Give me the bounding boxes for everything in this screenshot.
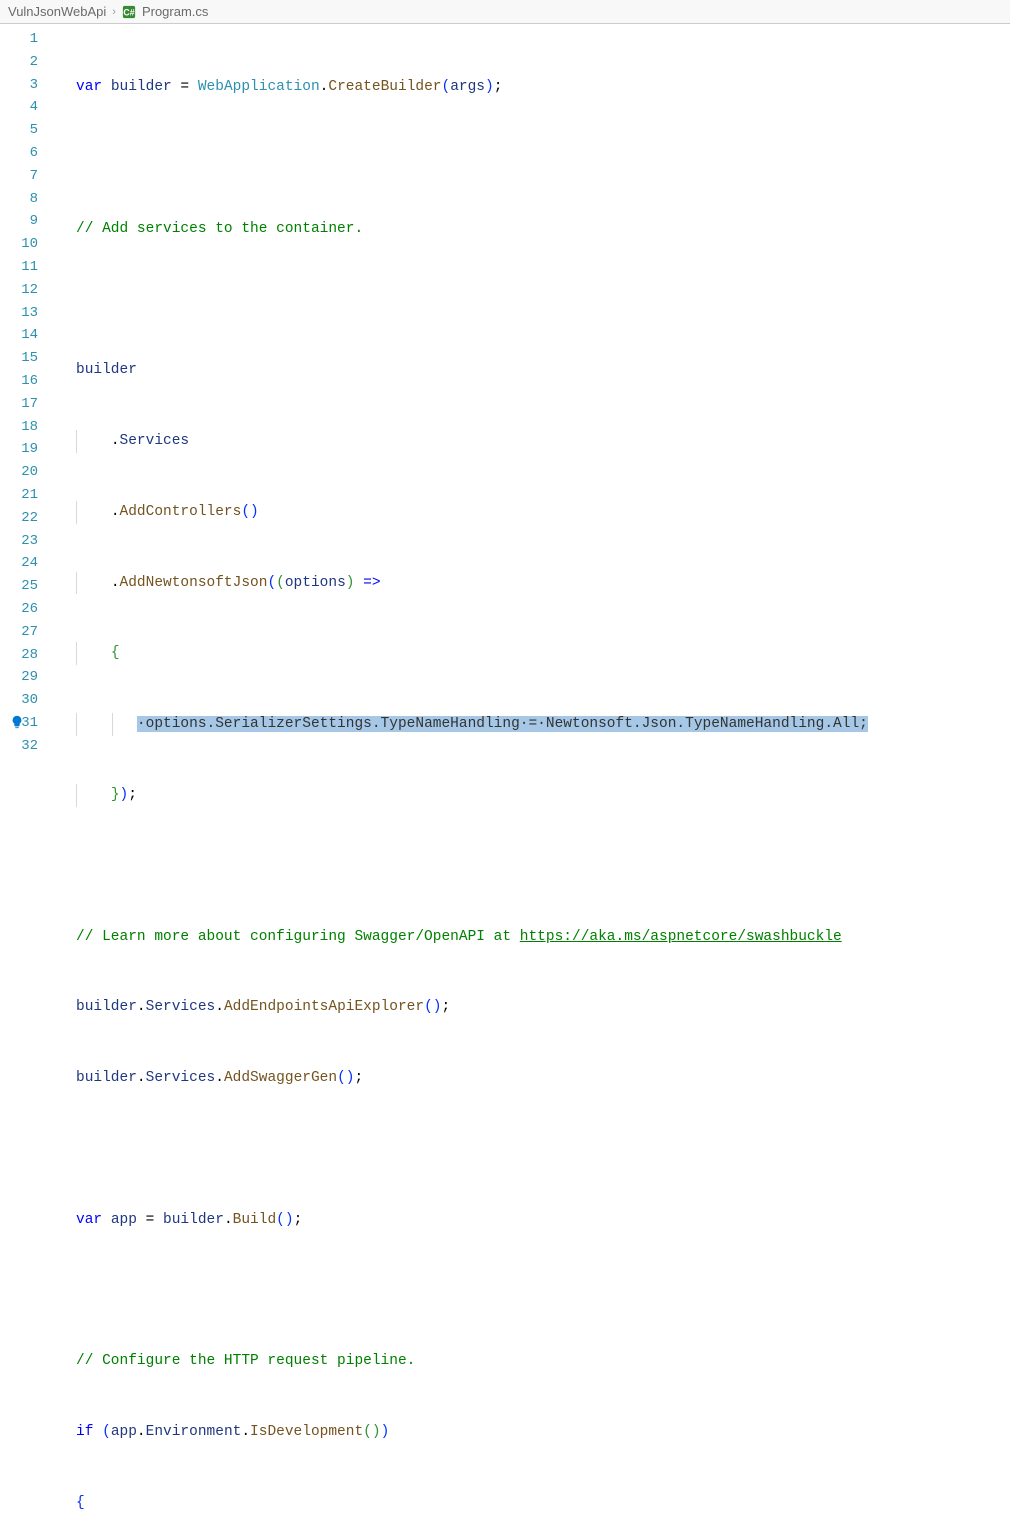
- code-line[interactable]: // Configure the HTTP request pipeline.: [56, 1350, 1010, 1373]
- line-number: 28: [0, 644, 38, 667]
- code-area[interactable]: var builder = WebApplication.CreateBuild…: [56, 24, 1010, 757]
- line-number: 14: [0, 324, 38, 347]
- code-line[interactable]: {: [56, 1492, 1010, 1514]
- code-line[interactable]: [56, 1280, 1010, 1303]
- code-line[interactable]: var app = builder.Build();: [56, 1209, 1010, 1232]
- code-editor[interactable]: 1234567891011121314151617181920212223242…: [0, 24, 1010, 757]
- line-number: 2: [0, 51, 38, 74]
- line-number: 3: [0, 74, 38, 97]
- code-line[interactable]: if (app.Environment.IsDevelopment()): [56, 1421, 1010, 1444]
- line-number: 21: [0, 484, 38, 507]
- line-number: 32: [0, 735, 38, 758]
- breadcrumb-project[interactable]: VulnJsonWebApi: [8, 4, 106, 19]
- code-line[interactable]: // Learn more about configuring Swagger/…: [56, 926, 1010, 949]
- line-number: 23: [0, 530, 38, 553]
- line-number: 19: [0, 438, 38, 461]
- code-line[interactable]: [56, 147, 1010, 170]
- lightbulb-icon[interactable]: [10, 715, 26, 731]
- line-number: 9: [0, 210, 38, 233]
- line-number: 26: [0, 598, 38, 621]
- code-line[interactable]: var builder = WebApplication.CreateBuild…: [56, 76, 1010, 99]
- line-number: 22: [0, 507, 38, 530]
- code-line[interactable]: .AddNewtonsoftJson((options) =>: [56, 572, 1010, 595]
- selected-text[interactable]: ·options.SerializerSettings.TypeNameHand…: [137, 716, 868, 732]
- code-line[interactable]: [56, 288, 1010, 311]
- line-number: 11: [0, 256, 38, 279]
- line-number: 7: [0, 165, 38, 188]
- line-number: 20: [0, 461, 38, 484]
- line-number: 29: [0, 666, 38, 689]
- line-number: 13: [0, 302, 38, 325]
- code-line[interactable]: {: [56, 642, 1010, 665]
- line-number-gutter: 1234567891011121314151617181920212223242…: [0, 24, 56, 757]
- line-number: 12: [0, 279, 38, 302]
- line-number: 4: [0, 96, 38, 119]
- code-line[interactable]: builder.Services.AddEndpointsApiExplorer…: [56, 996, 1010, 1019]
- breadcrumb[interactable]: VulnJsonWebApi › C# Program.cs: [0, 0, 1010, 24]
- csharp-file-icon: C#: [122, 5, 136, 19]
- line-number: 8: [0, 188, 38, 211]
- line-number: 24: [0, 552, 38, 575]
- svg-text:C#: C#: [123, 7, 134, 17]
- line-number: 25: [0, 575, 38, 598]
- line-number: 17: [0, 393, 38, 416]
- line-number: 1: [0, 28, 38, 51]
- chevron-right-icon: ›: [112, 6, 116, 18]
- line-number: 5: [0, 119, 38, 142]
- code-line[interactable]: ·options.SerializerSettings.TypeNameHand…: [56, 713, 1010, 736]
- line-number: 15: [0, 347, 38, 370]
- code-line[interactable]: [56, 855, 1010, 878]
- line-number: 30: [0, 689, 38, 712]
- line-number: 6: [0, 142, 38, 165]
- line-number: 18: [0, 416, 38, 439]
- line-number: 16: [0, 370, 38, 393]
- line-number: 10: [0, 233, 38, 256]
- comment-link[interactable]: https://aka.ms/aspnetcore/swashbuckle: [520, 929, 842, 945]
- breadcrumb-file[interactable]: Program.cs: [142, 4, 208, 19]
- code-line[interactable]: builder: [56, 359, 1010, 382]
- code-line[interactable]: // Add services to the container.: [56, 218, 1010, 241]
- code-line[interactable]: builder.Services.AddSwaggerGen();: [56, 1067, 1010, 1090]
- code-line[interactable]: .Services: [56, 430, 1010, 453]
- line-number: 27: [0, 621, 38, 644]
- code-line[interactable]: .AddControllers(): [56, 501, 1010, 524]
- code-line[interactable]: [56, 1138, 1010, 1161]
- code-line[interactable]: });: [56, 784, 1010, 807]
